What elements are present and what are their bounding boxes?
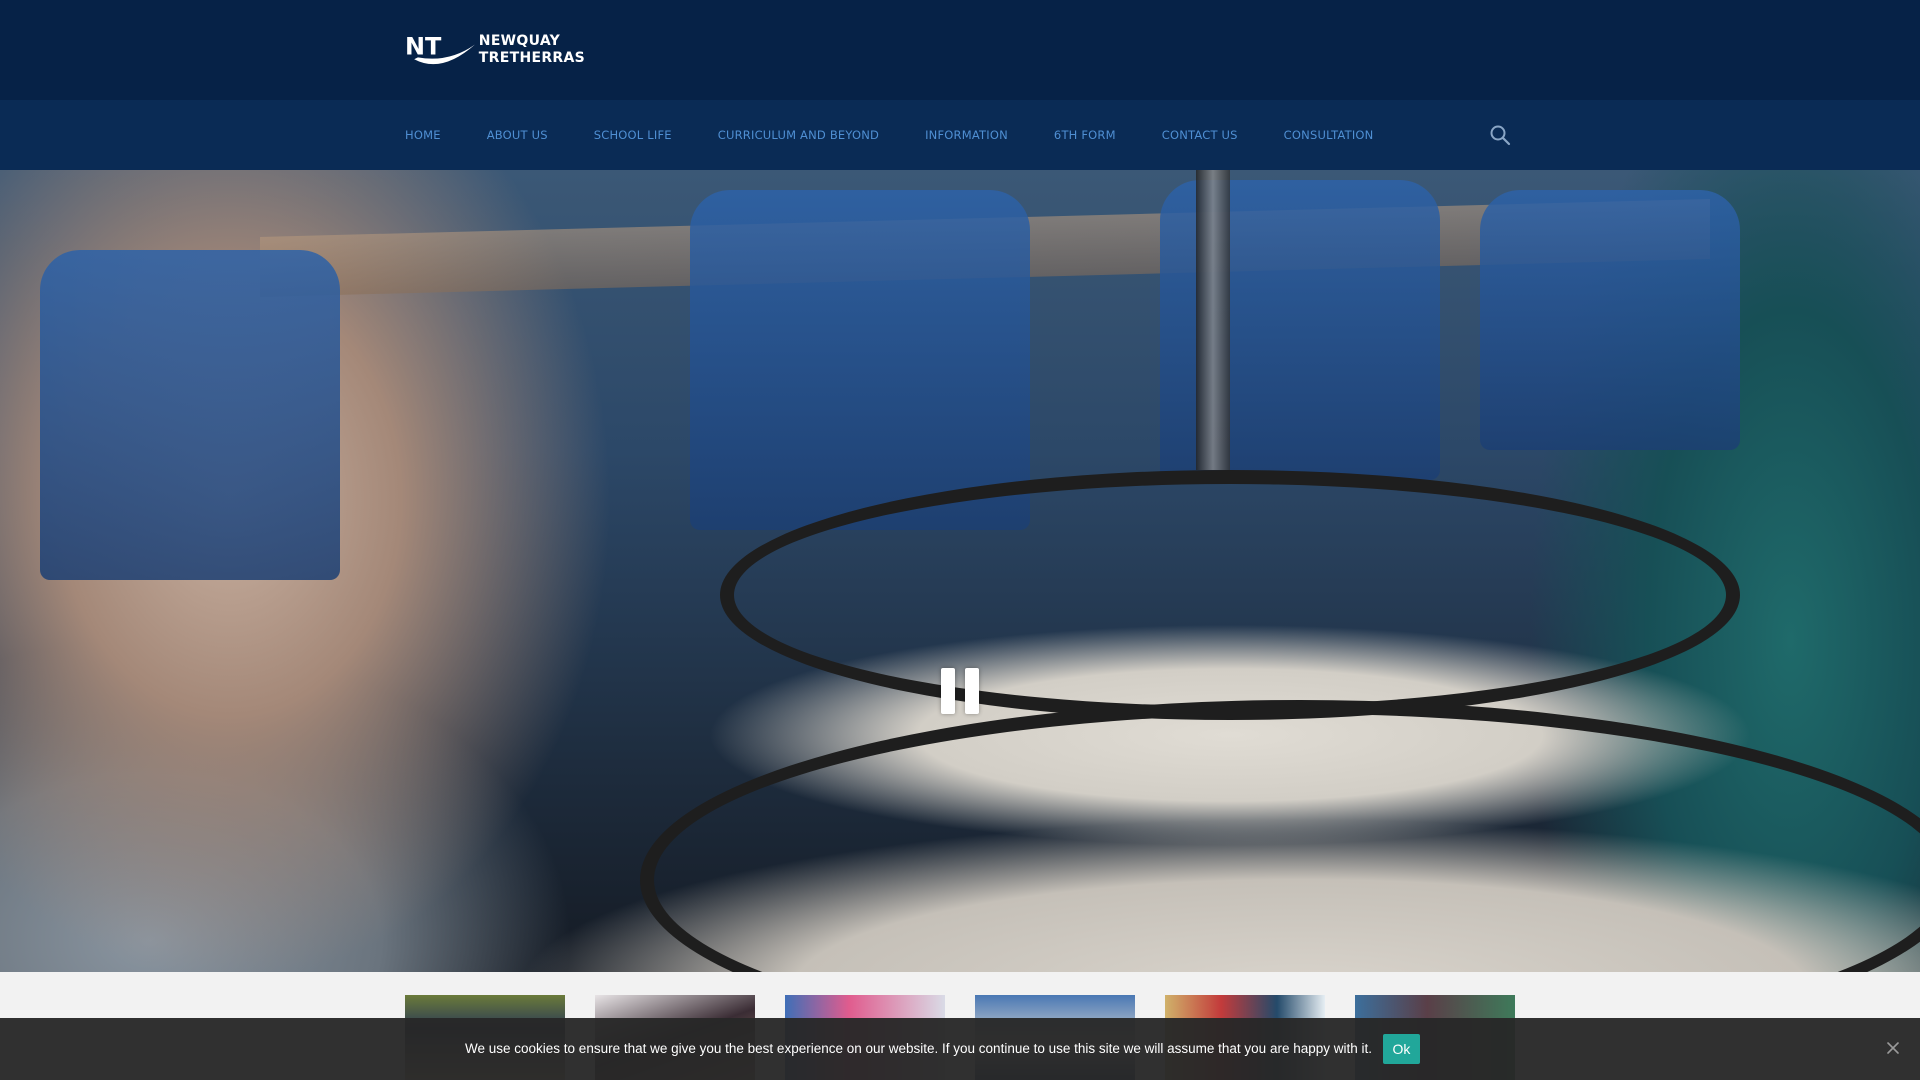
hero-drum-stand [1196,170,1230,470]
hero-chair-shape [40,250,340,580]
nav-item-information[interactable]: INFORMATION [925,128,1008,142]
hero-drum-rim [720,470,1740,720]
pause-icon-bar [965,668,979,714]
top-header: NT NEWQUAY TRETHERRAS [0,0,1920,100]
logo-line-2: TRETHERRAS [478,50,585,66]
search-icon[interactable] [1489,124,1511,146]
hero-chair-shape [1480,190,1740,450]
hero-video[interactable] [0,170,1920,972]
school-logo[interactable]: NT NEWQUAY TRETHERRAS [405,30,585,70]
hero-chair-shape [690,190,1030,530]
main-navigation: HOME ABOUT US SCHOOL LIFE CURRICULUM AND… [0,100,1920,170]
nav-item-consultation[interactable]: CONSULTATION [1284,128,1374,142]
nav-item-home[interactable]: HOME [405,128,441,142]
nav-menu: HOME ABOUT US SCHOOL LIFE CURRICULUM AND… [405,100,1419,170]
nav-item-6th-form[interactable]: 6TH FORM [1054,128,1116,142]
svg-text:NT: NT [405,33,442,61]
close-icon[interactable] [1886,1041,1900,1055]
nt-logo-icon: NT [405,33,475,65]
hero-drum-rim [640,700,1920,972]
cookie-ok-button[interactable]: Ok [1383,1034,1420,1064]
nav-item-about-us[interactable]: ABOUT US [487,128,548,142]
cookie-consent-bar: We use cookies to ensure that we give yo… [0,1018,1920,1080]
cookie-message: We use cookies to ensure that we give yo… [465,1041,1372,1056]
logo-wordmark: NEWQUAY TRETHERRAS [479,33,585,67]
pause-icon-bar [941,668,955,714]
nav-item-curriculum-and-beyond[interactable]: CURRICULUM AND BEYOND [718,128,879,142]
video-pause-button[interactable] [930,658,990,724]
logo-line-1: NEWQUAY [478,33,561,49]
nav-item-school-life[interactable]: SCHOOL LIFE [594,128,672,142]
nav-item-contact-us[interactable]: CONTACT US [1162,128,1238,142]
